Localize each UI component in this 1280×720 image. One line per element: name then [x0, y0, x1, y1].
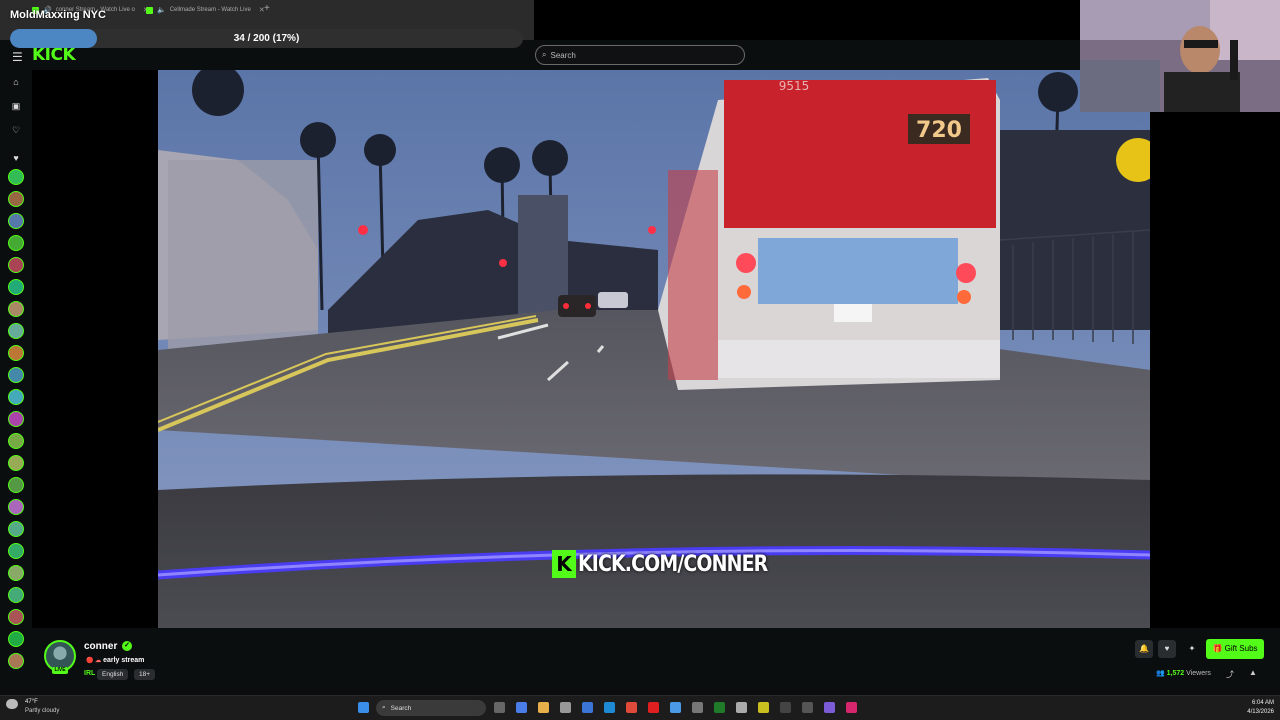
sidebar-channel-avatar[interactable] — [8, 411, 24, 427]
sidebar-channel-avatar[interactable] — [8, 609, 24, 625]
taskbar-app-icon[interactable] — [626, 702, 637, 713]
kick-favicon-icon — [146, 6, 153, 14]
sidebar-channel-avatar[interactable] — [8, 389, 24, 405]
sidebar-channel-avatar[interactable] — [8, 543, 24, 559]
taskbar-app-icon[interactable] — [846, 702, 857, 713]
following-icon[interactable]: ♡ — [9, 123, 23, 137]
sidebar-channel-avatar[interactable] — [8, 631, 24, 647]
taskbar-app-icon[interactable] — [802, 702, 813, 713]
clock-date: 4/13/2026 — [1247, 709, 1274, 715]
overlay-title: MoldMaxxing NYC — [10, 9, 106, 21]
taskbar-app-icon[interactable] — [780, 702, 791, 713]
stream-title: 🔴 ☁ early stream — [86, 657, 144, 664]
sidebar-channel-avatar[interactable] — [8, 169, 24, 185]
share-icon[interactable]: ⤴ — [1226, 669, 1234, 680]
browser-tab-cellmade[interactable]: 🔈 Cellmade Stream - Watch Live ✕ — [140, 2, 271, 18]
viewers-label: Viewers — [1186, 670, 1211, 677]
sidebar-channel-avatar[interactable] — [8, 279, 24, 295]
gift-icon: 🎁 — [1212, 644, 1223, 653]
start-icon[interactable] — [358, 702, 369, 713]
viewers-number: 1,572 — [1166, 670, 1185, 677]
sidebar-channel-avatar[interactable] — [8, 477, 24, 493]
sidebar-channel-avatar[interactable] — [8, 653, 24, 669]
video-frame: 720 9515 — [158, 70, 1150, 628]
followed-channels-icon: ♥ — [13, 153, 19, 163]
kick-k-logo: K — [552, 550, 576, 578]
bus-number: 9515 — [779, 79, 810, 93]
search-icon: ⌕ — [542, 50, 547, 59]
tag-language[interactable]: English — [97, 669, 129, 680]
taskbar-app-icon[interactable] — [824, 702, 835, 713]
taskbar-app-icon[interactable] — [758, 702, 769, 713]
streamer-name[interactable]: conner — [84, 641, 117, 652]
webcam-feed — [1080, 0, 1280, 112]
verified-icon: ✓ — [122, 641, 132, 651]
stream-title-text: early stream — [103, 657, 145, 664]
kick-logo[interactable]: KICK — [32, 45, 76, 65]
sidebar-channel-avatar[interactable] — [8, 433, 24, 449]
sidebar-channel-avatar[interactable] — [8, 301, 24, 317]
cloud-icon — [6, 699, 18, 709]
viewer-count: 👥 1,572 Viewers — [1156, 669, 1211, 677]
new-tab-button[interactable]: + — [264, 3, 270, 14]
watermark-url: KICK.COM/CONNER — [578, 551, 768, 577]
sidebar-channel-avatar[interactable] — [8, 587, 24, 603]
home-icon[interactable]: ⌂ — [9, 75, 23, 89]
channel-watermark: K KICK.COM/CONNER — [552, 550, 798, 578]
taskbar-app-icon[interactable] — [516, 702, 527, 713]
taskbar-search[interactable]: ⌕ Search — [376, 700, 486, 716]
sidebar-channel-avatar[interactable] — [8, 565, 24, 581]
sidebar-channel-avatar[interactable] — [8, 191, 24, 207]
title-emoji: 🔴 ☁ — [86, 658, 102, 664]
sidebar-channel-avatar[interactable] — [8, 213, 24, 229]
os-taskbar — [0, 695, 1280, 720]
sidebar: ⌂ ▣ ♡ ♥ — [0, 70, 32, 695]
stream-info-bar — [32, 628, 1280, 695]
sidebar-channel-avatar[interactable] — [8, 257, 24, 273]
taskbar-app-icon[interactable] — [648, 702, 659, 713]
taskbar-app-icon[interactable] — [604, 702, 615, 713]
gift-subs-label: Gift Subs — [1224, 644, 1258, 653]
taskbar-app-icon[interactable] — [692, 702, 703, 713]
taskbar-app-icon[interactable] — [670, 702, 681, 713]
search-box[interactable]: ⌕ — [535, 45, 745, 65]
video-player[interactable]: 720 9515 K KICK.COM/CONNER — [158, 70, 1150, 628]
search-input[interactable] — [550, 50, 721, 60]
category-link[interactable]: IRL — [84, 670, 95, 677]
sidebar-channel-avatar[interactable] — [8, 455, 24, 471]
menu-icon[interactable]: ☰ — [12, 50, 23, 64]
pin-icon[interactable]: ✦ — [1183, 640, 1201, 658]
taskbar-app-icon[interactable] — [736, 702, 747, 713]
follow-heart-button[interactable]: ♥ — [1158, 640, 1176, 658]
sidebar-channel-avatar[interactable] — [8, 521, 24, 537]
tag-age[interactable]: 18+ — [134, 669, 156, 680]
speaker-muted-icon[interactable]: 🔈 — [157, 6, 166, 14]
progress-text: 34 / 200 (17%) — [233, 33, 300, 44]
bus-route-sign: 720 — [916, 118, 962, 143]
weather-temp: 47°F — [25, 699, 38, 705]
taskbar-app-icon[interactable] — [538, 702, 549, 713]
taskbar-app-icon[interactable] — [714, 702, 725, 713]
gift-subs-button[interactable]: 🎁 Gift Subs — [1206, 639, 1264, 659]
browse-icon[interactable]: ▣ — [9, 99, 23, 113]
taskbar-app-icon[interactable] — [560, 702, 571, 713]
sidebar-channel-avatar[interactable] — [8, 499, 24, 515]
sidebar-channel-avatar[interactable] — [8, 323, 24, 339]
clock-time: 6:04 AM — [1251, 700, 1274, 706]
viewers-icon: 👥 — [1156, 670, 1165, 677]
webcam-image — [1080, 0, 1280, 112]
taskbar-app-icon[interactable] — [582, 702, 593, 713]
sidebar-channel-avatar[interactable] — [8, 235, 24, 251]
notification-bell-button[interactable]: 🔔 — [1135, 640, 1153, 658]
search-icon: ⌕ — [382, 704, 386, 711]
tab-title: Cellmade Stream - Watch Live — [169, 7, 251, 13]
report-icon[interactable]: ▲ — [1249, 668, 1257, 677]
sidebar-channel-avatar[interactable] — [8, 367, 24, 383]
progress-bar: 34 / 200 (17%) — [10, 29, 523, 48]
sidebar-channel-avatar[interactable] — [8, 345, 24, 361]
taskbar-app-icon[interactable] — [494, 702, 505, 713]
taskbar-search-label: Search — [390, 704, 412, 712]
weather-status: Partly cloudy — [25, 708, 60, 714]
live-badge: LIVE — [52, 667, 68, 674]
